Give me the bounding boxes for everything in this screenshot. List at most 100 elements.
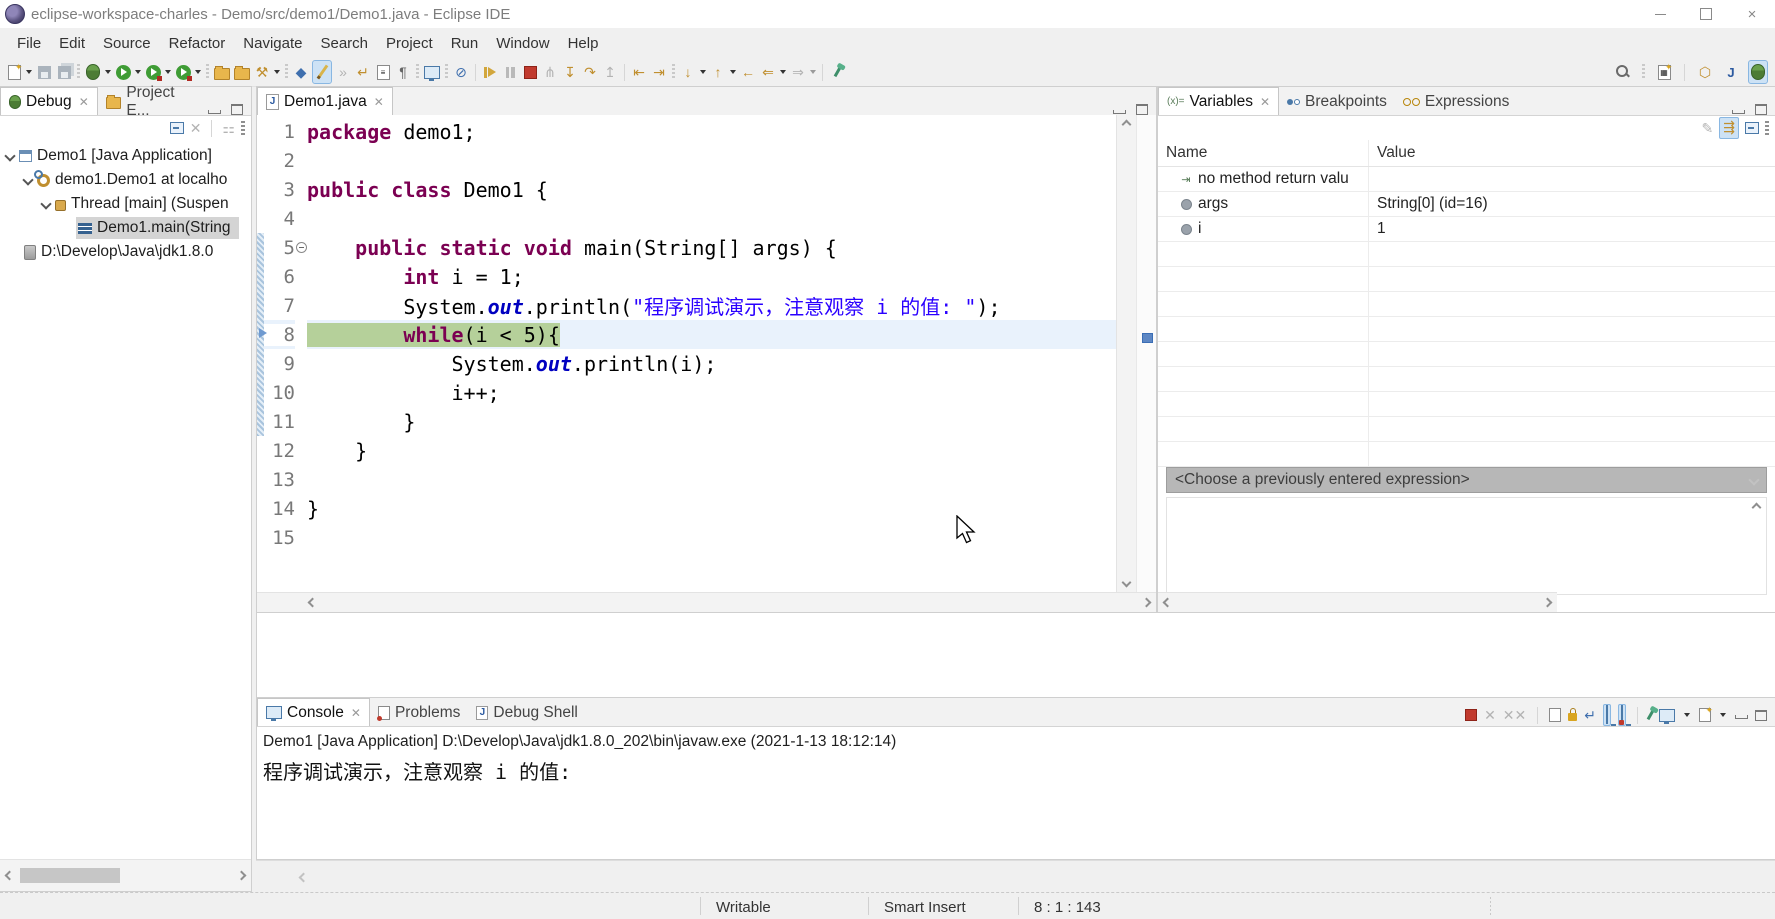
step-return-button[interactable]: ↥ [601, 61, 619, 83]
column-name[interactable]: Name [1158, 140, 1369, 166]
code-line[interactable]: 12 } [257, 436, 1117, 465]
scroll-right-icon[interactable] [1142, 598, 1152, 608]
step-into-button[interactable]: ↧ [561, 61, 579, 83]
drop-to-frame-button[interactable]: ⇤ [630, 61, 648, 83]
overview-ruler[interactable] [1136, 115, 1156, 592]
menu-project[interactable]: Project [377, 31, 442, 56]
close-button[interactable]: × [1729, 0, 1775, 28]
back-dropdown[interactable] [780, 70, 786, 74]
menu-file[interactable]: File [8, 31, 50, 56]
open-folder-button[interactable] [233, 61, 251, 83]
maximize-view-icon[interactable] [231, 104, 243, 115]
tab-debug-shell[interactable]: J Debug Shell [468, 699, 585, 726]
show-type-names-icon[interactable]: ✎ [1702, 121, 1714, 135]
close-icon[interactable]: ✕ [1260, 95, 1270, 109]
tree-item-process[interactable]: demo1.Demo1 at localho [0, 168, 251, 192]
code-line[interactable]: 6 int i = 1; [257, 262, 1117, 291]
previous-edit-location-button[interactable]: ↑ [709, 61, 727, 83]
search-dropdown[interactable] [274, 70, 280, 74]
scroll-left-icon[interactable] [5, 871, 15, 881]
scroll-right-icon[interactable] [1543, 598, 1553, 608]
mark-occurrences-toggle[interactable] [312, 60, 332, 84]
tree-item-jdk-path[interactable]: D:\Develop\Java\jdk1.8.0 [0, 240, 251, 264]
down-dropdown[interactable] [700, 70, 706, 74]
last-edit-button[interactable]: ↵ [354, 61, 372, 83]
code-line[interactable]: 11 } [257, 407, 1117, 436]
table-row-i[interactable]: i 1 [1158, 217, 1775, 242]
new-wizard-dropdown[interactable] [26, 70, 32, 74]
editor-hscrollbar[interactable] [257, 592, 1156, 612]
code-line[interactable]: 4 [257, 204, 1117, 233]
save-button[interactable] [35, 61, 53, 83]
open-console-dropdown[interactable] [1720, 713, 1726, 717]
show-stdout-toggle[interactable] [1603, 704, 1611, 726]
menu-refactor[interactable]: Refactor [160, 31, 235, 56]
step-over-button[interactable]: ↷ [581, 61, 599, 83]
scroll-up-icon[interactable] [1122, 120, 1132, 130]
chevron-down-icon[interactable] [4, 150, 15, 161]
table-row-args[interactable]: args String[0] (id=16) [1158, 192, 1775, 217]
run-button[interactable] [114, 61, 132, 83]
tab-debug[interactable]: Debug ✕ [0, 87, 98, 115]
close-icon[interactable]: ✕ [374, 95, 384, 109]
word-wrap-icon[interactable]: ↵ [1584, 708, 1596, 722]
overview-current-line-marker[interactable] [1142, 333, 1153, 343]
code-line-current[interactable]: 8 while(i < 5){ [257, 320, 1117, 349]
menu-window[interactable]: Window [487, 31, 558, 56]
column-value[interactable]: Value [1369, 144, 1416, 162]
menu-run[interactable]: Run [442, 31, 488, 56]
scroll-right-icon[interactable] [237, 871, 247, 881]
perspective-debug-button[interactable] [1748, 60, 1768, 84]
forward-dropdown[interactable] [810, 70, 816, 74]
view-menu-icon[interactable] [241, 121, 245, 135]
remove-all-launches-icon[interactable]: ✕✕ [1503, 708, 1526, 722]
debug-dropdown[interactable] [105, 70, 111, 74]
run-external-button[interactable] [174, 61, 192, 83]
pin-editor-button[interactable] [828, 61, 846, 83]
code-editor[interactable]: 1package demo1; 2 3public class Demo1 { … [257, 115, 1117, 592]
run-external-dropdown[interactable] [195, 70, 201, 74]
code-line[interactable]: 3public class Demo1 { [257, 175, 1117, 204]
collapse-all-icon[interactable] [170, 122, 184, 134]
minimize-view-icon[interactable] [1735, 715, 1748, 719]
code-line[interactable]: 13 [257, 465, 1117, 494]
scroll-down-icon[interactable] [1122, 578, 1132, 588]
back-button[interactable]: ⇐ [759, 61, 777, 83]
open-type-button[interactable]: ◆ [292, 61, 310, 83]
new-java-project-button[interactable] [213, 61, 231, 83]
search-button[interactable] [1614, 61, 1632, 83]
view-filters-icon[interactable]: ⚏ [222, 121, 235, 135]
last-edit-location-button[interactable]: ← [739, 61, 757, 83]
terminate-icon[interactable] [1465, 709, 1477, 721]
maximize-view-icon[interactable] [1136, 104, 1148, 115]
pin-console-icon[interactable] [1647, 710, 1655, 720]
next-annotation-button[interactable]: » [334, 61, 352, 83]
code-line[interactable]: 14} [257, 494, 1117, 523]
search-flashlight-button[interactable]: ⚒ [253, 61, 271, 83]
code-line[interactable]: 15 [257, 523, 1117, 552]
debug-view-hscrollbar[interactable] [0, 859, 251, 891]
open-perspective-button[interactable]: ▦✦ [1655, 61, 1673, 83]
up-dropdown[interactable] [730, 70, 736, 74]
open-console-icon[interactable]: ✦ [1699, 708, 1711, 722]
display-console-icon[interactable] [1659, 709, 1675, 722]
variables-hscrollbar[interactable] [1158, 592, 1557, 612]
remove-launch-icon[interactable]: ✕ [1484, 708, 1496, 722]
minimize-view-icon[interactable] [1732, 110, 1745, 114]
tree-item-stackframe[interactable]: Demo1.main(String [0, 216, 251, 240]
expression-chooser[interactable]: <Choose a previously entered expression> [1166, 467, 1767, 493]
coverage-dropdown[interactable] [165, 70, 171, 74]
console-output[interactable]: 程序调试演示，注意观察 i 的值: [257, 753, 1775, 785]
tab-breakpoints[interactable]: Breakpoints [1279, 88, 1395, 115]
show-source-button[interactable]: ≡ [374, 61, 392, 83]
menu-search[interactable]: Search [311, 31, 377, 56]
tab-variables[interactable]: (x)= Variables ✕ [1158, 87, 1279, 115]
code-line[interactable]: 9 System.out.println(i); [257, 349, 1117, 378]
menu-source[interactable]: Source [94, 31, 160, 56]
disconnect-button[interactable]: ⋔ [541, 61, 559, 83]
scrollbar-thumb[interactable] [20, 868, 120, 883]
debug-button[interactable] [84, 61, 102, 83]
skip-breakpoints-button[interactable]: ⊘ [452, 61, 470, 83]
variable-detail-pane[interactable] [1166, 497, 1767, 595]
coverage-button[interactable] [144, 61, 162, 83]
